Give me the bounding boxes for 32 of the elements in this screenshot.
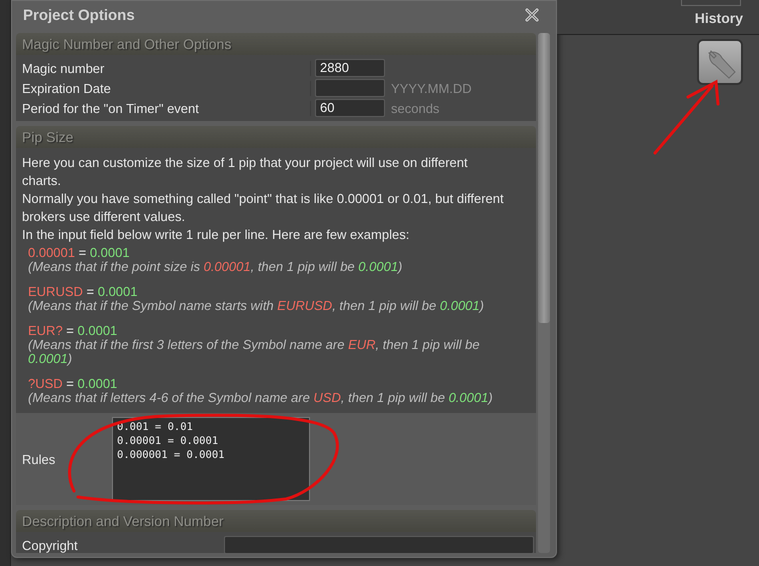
field-hint: seconds (391, 100, 440, 116)
panel-tab[interactable] (681, 0, 741, 6)
section-header: Magic Number and Other Options (16, 33, 536, 55)
section-header: Description and Version Number (16, 510, 536, 532)
input-field[interactable] (224, 536, 534, 553)
input-field[interactable] (315, 79, 385, 97)
example-rule: 0.00001 = 0.0001 (28, 246, 131, 260)
field-hint: YYYY.MM.DD (391, 80, 472, 96)
close-icon[interactable] (524, 7, 540, 23)
description-text: Here you can customize the size of 1 pip that your project will use on different charts. (22, 154, 469, 190)
example-explanation: (Means that if letters 4-6 of the Symbol name are USD, then 1 pip will be 0.0001) (28, 391, 494, 405)
rules-field[interactable]: 0.001 = 0.01 0.00001 = 0.0001 0.000001 = 0.0001 (112, 417, 310, 501)
panel-title: History (694, 10, 743, 26)
field-label: Period for the "on Timer" event (16, 100, 311, 116)
example-rule: EUR? = 0.0001 (28, 324, 118, 338)
example-explanation: (Means that if the first 3 letters of the Symbol name are EUR, then 1 pip will be 0.0001) (28, 338, 481, 366)
field-label: Expiration Date (16, 80, 311, 96)
example-explanation: (Means that if the point size is 0.00001, then 1 pip will be 0.0001) (28, 260, 404, 274)
wrench-button[interactable] (697, 39, 743, 85)
field-label: Copyright (21, 538, 79, 552)
section-header: Pip Size (16, 126, 536, 148)
field-label: Rules (22, 452, 56, 466)
scrollbar-thumb[interactable] (538, 33, 550, 323)
input-field[interactable]: 2880 (315, 59, 385, 77)
input-field[interactable]: 60 (315, 99, 385, 117)
field-label: Magic number (16, 60, 311, 76)
example-explanation: (Means that if the Symbol name starts with EURUSD, then 1 pip will be 0.0001) (28, 299, 485, 313)
example-rule: ?USD = 0.0001 (28, 377, 118, 391)
window-title: Project Options (23, 6, 135, 24)
example-rule: EURUSD = 0.0001 (28, 285, 138, 299)
description-text: Normally you have something called "point" that is like 0.00001 or 0.01, but different brokers use different values. (22, 190, 505, 226)
description-text: In the input field below write 1 rule per line. Here are few examples: (22, 226, 410, 244)
